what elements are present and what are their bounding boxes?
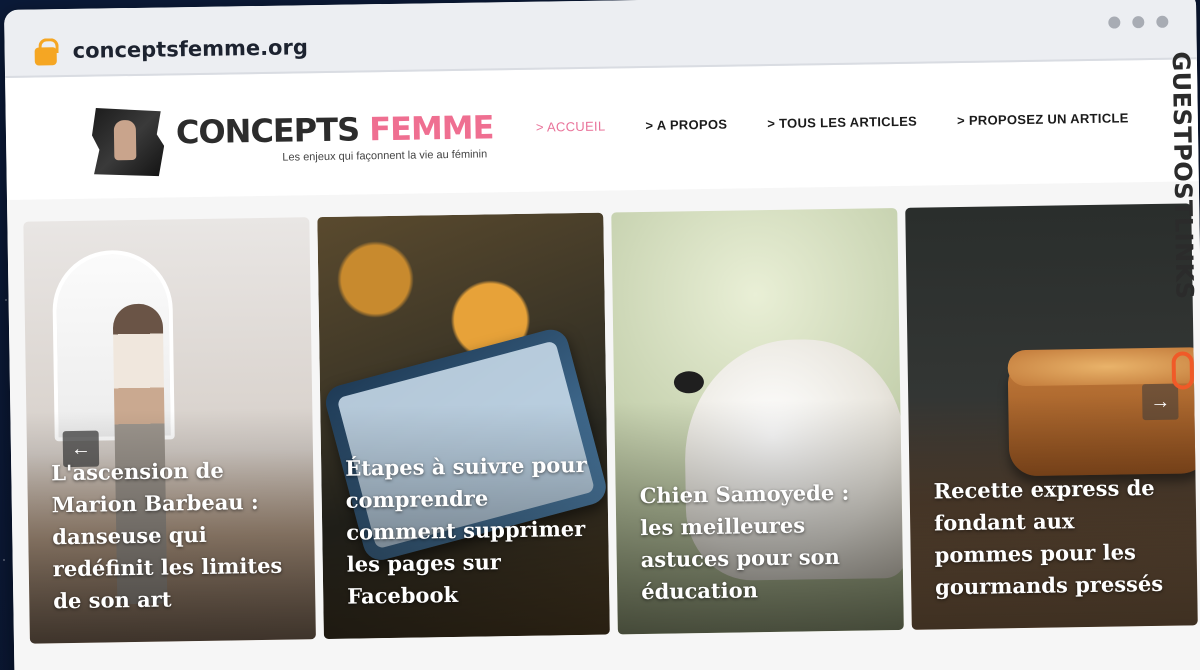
site-header: CONCEPTS FEMME Les enjeux qui façonnent …	[5, 61, 1199, 200]
article-title[interactable]: Chien Samoyede : les meilleures astuces …	[639, 476, 885, 608]
nav-item-proposez-un-article[interactable]: > PROPOSEZ UN ARTICLE	[957, 110, 1129, 128]
nav-item-accueil[interactable]: > ACCUEIL	[536, 119, 606, 135]
browser-window: conceptsfemme.org CONCEPTS FEMME Les enj…	[4, 0, 1200, 670]
article-title[interactable]: Étapes à suivre pour comprendre comment …	[345, 449, 591, 613]
arrow-right-icon[interactable]: →	[1142, 383, 1179, 421]
logo-word-1: CONCEPTS	[175, 110, 360, 152]
article-card[interactable]: → Recette express de fondant aux pommes …	[905, 203, 1198, 630]
article-title[interactable]: Recette express de fondant aux pommes po…	[933, 472, 1179, 604]
chain-link-icon	[1171, 351, 1195, 390]
logo-word-2: FEMME	[368, 108, 494, 149]
site-logo[interactable]: CONCEPTS FEMME	[176, 108, 494, 151]
window-dot-icon[interactable]	[1132, 16, 1145, 29]
nav-item-a-propos[interactable]: > A PROPOS	[645, 117, 727, 133]
nav-item-tous-les-articles[interactable]: > TOUS LES ARTICLES	[767, 114, 917, 131]
site-tagline: Les enjeux qui façonnent la vie au fémin…	[282, 148, 488, 164]
article-carousel: ← L'ascension de Marion Barbeau : danseu…	[23, 203, 1198, 644]
main-content: ← L'ascension de Marion Barbeau : danseu…	[6, 181, 1200, 670]
watermark-text: GUESTPOSTLINKS	[1166, 51, 1199, 300]
logo-image[interactable]	[92, 106, 165, 179]
article-card[interactable]: ← L'ascension de Marion Barbeau : danseu…	[23, 217, 316, 644]
watermark: GUESTPOSTLINKS	[1161, 51, 1200, 390]
article-card[interactable]: Étapes à suivre pour comprendre comment …	[317, 212, 610, 640]
lock-icon	[34, 47, 57, 66]
window-dot-icon[interactable]	[1108, 16, 1121, 29]
window-controls	[1108, 15, 1169, 29]
main-nav: > ACCUEIL > A PROPOS > TOUS LES ARTICLES…	[536, 110, 1129, 134]
article-card[interactable]: Chien Samoyede : les meilleures astuces …	[611, 207, 904, 635]
address-bar-url[interactable]: conceptsfemme.org	[72, 35, 308, 63]
window-dot-icon[interactable]	[1156, 15, 1169, 28]
article-title[interactable]: L'ascension de Marion Barbeau : danseuse…	[51, 453, 297, 617]
